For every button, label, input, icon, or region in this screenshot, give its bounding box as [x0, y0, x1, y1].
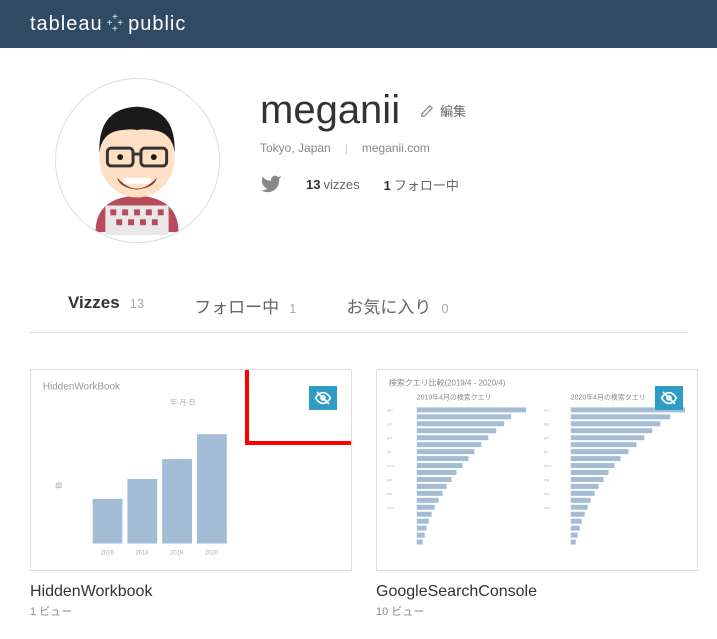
tab-label: フォロー中	[194, 293, 279, 318]
svg-text:mno: mno	[387, 463, 396, 468]
hidden-badge	[309, 386, 337, 410]
svg-text:vwx: vwx	[544, 505, 551, 510]
profile-tabs: Vizzes 13 フォロー中 1 お気に入り 0	[30, 283, 687, 333]
svg-text:stu: stu	[387, 491, 392, 496]
viz-title[interactable]: GoogleSearchConsole	[376, 583, 698, 601]
svg-text:pqr: pqr	[544, 477, 550, 482]
tab-vizzes[interactable]: Vizzes 13	[68, 293, 144, 318]
logo-sparkle-icon: ++ ++	[107, 15, 124, 33]
svg-text:jkl: jkl	[386, 449, 391, 454]
hidden-badge	[655, 386, 683, 410]
profile-info: meganii 編集 Tokyo, Japan | meganii.com 13…	[260, 78, 662, 243]
eye-off-icon	[659, 390, 679, 406]
svg-text:検索クエリ比較(2019/4 - 2020/4): 検索クエリ比較(2019/4 - 2020/4)	[389, 378, 506, 388]
vizzes-stat: 13vizzes	[306, 177, 360, 192]
viz-thumbnail[interactable]: 検索クエリ比較(2019/4 - 2020/4) 2019年4月の検索クエリ 2…	[376, 369, 698, 571]
eye-off-icon	[313, 390, 333, 406]
tab-following[interactable]: フォロー中 1	[194, 293, 296, 318]
tab-favorites[interactable]: お気に入り 0	[346, 293, 448, 318]
svg-text:mno: mno	[544, 463, 553, 468]
app-header: tableau ++ ++ public	[0, 0, 717, 48]
svg-text:stu: stu	[544, 491, 549, 496]
svg-text:2019年4月の検索クエリ: 2019年4月の検索クエリ	[417, 392, 492, 401]
tab-count: 0	[441, 301, 448, 316]
pencil-icon	[420, 104, 434, 118]
viz-thumbnail[interactable]: HiddenWorkBook 年-月-日 値 2016 2018 2019 20…	[30, 369, 352, 571]
svg-text:2019: 2019	[170, 550, 184, 556]
svg-text:def: def	[544, 421, 550, 426]
following-stat: 1フォロー中	[384, 175, 459, 194]
viz-title[interactable]: HiddenWorkbook	[30, 583, 352, 601]
edit-profile-button[interactable]: 編集	[420, 101, 466, 120]
svg-text:pqr: pqr	[387, 477, 393, 482]
svg-text:値: 値	[54, 482, 63, 489]
svg-text:abc: abc	[544, 407, 550, 412]
svg-text:2016: 2016	[101, 550, 115, 556]
edit-label: 編集	[440, 101, 466, 120]
svg-text:ghi: ghi	[387, 435, 392, 440]
tab-label: お気に入り	[346, 293, 431, 318]
viz-views: 10 ビュー	[376, 603, 698, 619]
viz-grid: HiddenWorkBook 年-月-日 値 2016 2018 2019 20…	[0, 333, 717, 639]
logo-text-right: public	[128, 13, 186, 36]
meta-divider: |	[345, 141, 348, 155]
profile-name: meganii	[260, 88, 400, 133]
profile-section: meganii 編集 Tokyo, Japan | meganii.com 13…	[0, 48, 717, 283]
twitter-icon[interactable]	[260, 173, 282, 195]
svg-text:abc: abc	[387, 407, 393, 412]
svg-text:jkl: jkl	[543, 449, 548, 454]
svg-text:def: def	[387, 421, 393, 426]
profile-website[interactable]: meganii.com	[362, 141, 430, 155]
svg-text:vwx: vwx	[387, 505, 394, 510]
svg-text:2018: 2018	[135, 550, 149, 556]
tab-label: Vizzes	[68, 293, 120, 313]
tab-count: 13	[130, 296, 144, 311]
viz-views: 1 ビュー	[30, 603, 352, 619]
avatar[interactable]	[55, 78, 220, 243]
viz-card: 検索クエリ比較(2019/4 - 2020/4) 2019年4月の検索クエリ 2…	[376, 369, 698, 619]
viz-card: HiddenWorkBook 年-月-日 値 2016 2018 2019 20…	[30, 369, 352, 619]
profile-location: Tokyo, Japan	[260, 141, 331, 155]
svg-text:年-月-日: 年-月-日	[170, 397, 195, 406]
svg-text:2020年4月の検索クエリ: 2020年4月の検索クエリ	[571, 392, 646, 401]
logo-text-left: tableau	[30, 13, 103, 36]
svg-text:ghi: ghi	[544, 435, 549, 440]
tab-count: 1	[289, 301, 296, 316]
tableau-logo[interactable]: tableau ++ ++ public	[30, 13, 186, 36]
thumb-title: HiddenWorkBook	[43, 382, 120, 393]
svg-text:2020: 2020	[205, 550, 219, 556]
